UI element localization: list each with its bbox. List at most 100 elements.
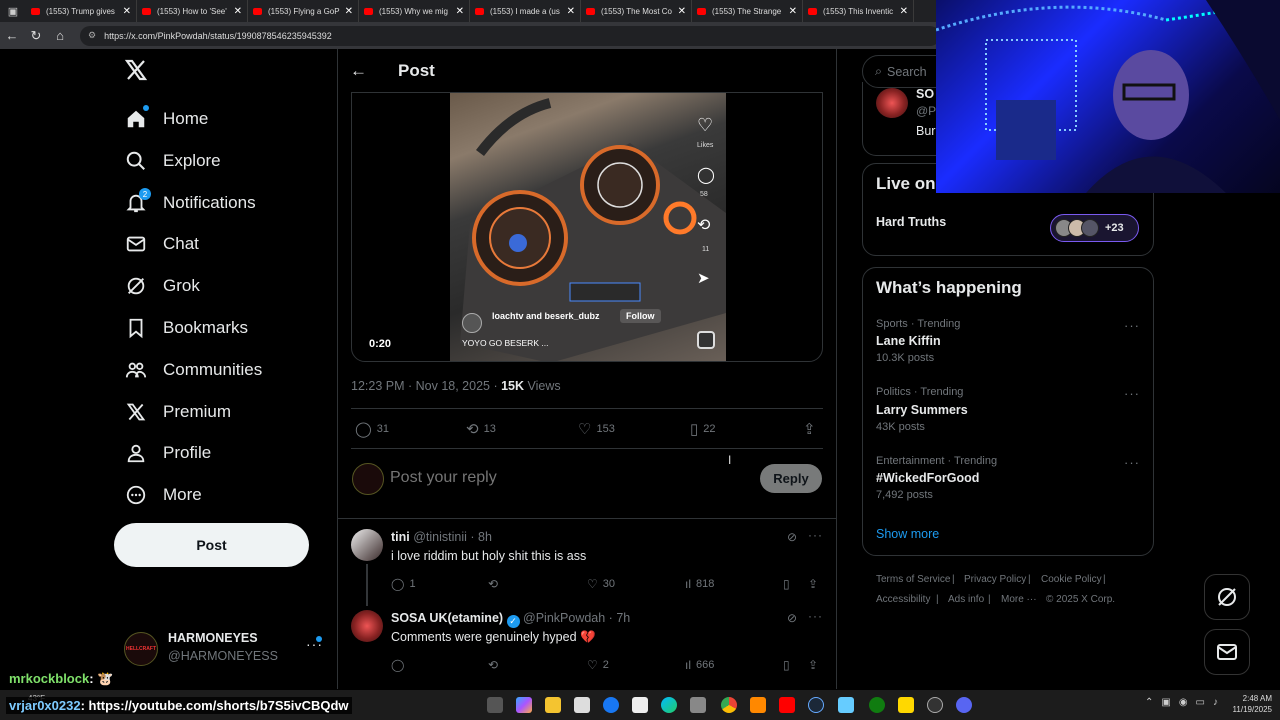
share-icon[interactable]: ➤ bbox=[697, 269, 710, 287]
back-button[interactable]: ← bbox=[350, 61, 370, 81]
close-icon[interactable]: ✕ bbox=[678, 6, 686, 17]
file-explorer-icon[interactable] bbox=[545, 697, 561, 713]
top-card-avatar[interactable] bbox=[876, 88, 908, 118]
calculator-icon[interactable] bbox=[690, 697, 706, 713]
youtube-icon[interactable] bbox=[779, 697, 795, 713]
edge-icon[interactable] bbox=[661, 697, 677, 713]
app-icon[interactable] bbox=[838, 697, 854, 713]
grok-float-button[interactable] bbox=[1204, 574, 1250, 620]
sidebar-item-communities[interactable]: Communities bbox=[124, 355, 262, 385]
copilot-icon[interactable] bbox=[516, 697, 532, 713]
reply-reply-action[interactable]: ◯ 1 bbox=[391, 577, 416, 591]
reply-repost-action[interactable]: ⟲ bbox=[488, 577, 503, 591]
site-info-icon[interactable]: ⚙ bbox=[88, 30, 96, 41]
close-icon[interactable]: ✕ bbox=[789, 6, 797, 17]
live-item[interactable]: Hard Truths bbox=[876, 215, 946, 229]
messages-float-button[interactable] bbox=[1204, 629, 1250, 675]
bookmark-action[interactable]: ▯ 22 bbox=[690, 420, 716, 438]
browser-tab[interactable]: (1553) Why we mig ✕ bbox=[359, 0, 470, 22]
reply-share-action[interactable]: ⇪ bbox=[808, 577, 823, 591]
reply-views-action[interactable]: ıl 818 bbox=[685, 577, 714, 591]
reply-bookmark-action[interactable]: ▯ bbox=[783, 577, 795, 591]
browser-tab[interactable]: (1553) How to 'See' ✕ bbox=[137, 0, 248, 22]
trend-name[interactable]: #WickedForGood bbox=[876, 471, 979, 485]
sidebar-item-notifications[interactable]: 2 Notifications bbox=[124, 188, 256, 218]
footer-link-ads[interactable]: Ads info bbox=[948, 594, 984, 605]
chrome-icon[interactable] bbox=[721, 697, 737, 713]
trend-name[interactable]: Larry Summers bbox=[876, 403, 968, 417]
footer-link-accessibility[interactable]: Accessibility bbox=[876, 594, 930, 605]
footer-link-cookie[interactable]: Cookie Policy bbox=[1041, 574, 1102, 585]
close-icon[interactable]: ✕ bbox=[123, 6, 131, 17]
sticky-notes-icon[interactable] bbox=[898, 697, 914, 713]
reply-repost-action[interactable]: ⟲ bbox=[488, 658, 503, 672]
repost-action[interactable]: ⟲ 13 bbox=[466, 420, 496, 438]
reload-icon[interactable]: ↻ bbox=[24, 28, 48, 44]
browser-tab[interactable]: (1553) Flying a GoP ✕ bbox=[248, 0, 359, 22]
amazon-icon[interactable] bbox=[632, 697, 648, 713]
sidebar-item-grok[interactable]: Grok bbox=[124, 271, 200, 301]
close-icon[interactable]: ✕ bbox=[345, 6, 353, 17]
trend-more-icon[interactable]: ··· bbox=[1124, 318, 1140, 333]
account-switcher[interactable]: HELLCRAFT HARMONEYES @HARMONEYESS ··· bbox=[124, 628, 324, 668]
grok-icon[interactable]: ⊘ bbox=[787, 530, 797, 544]
close-icon[interactable]: ✕ bbox=[234, 6, 242, 17]
reply-input[interactable] bbox=[390, 466, 730, 490]
reply-author-handle[interactable]: @tinistinii · 8h bbox=[413, 530, 492, 544]
reply-reply-action[interactable]: ◯ bbox=[391, 658, 409, 672]
footer-link-privacy[interactable]: Privacy Policy bbox=[964, 574, 1026, 585]
browser-tab[interactable]: (1553) The Strange ✕ bbox=[692, 0, 803, 22]
sidebar-item-chat[interactable]: Chat bbox=[124, 229, 199, 259]
trend-more-icon[interactable]: ··· bbox=[1124, 455, 1140, 470]
close-icon[interactable]: ✕ bbox=[567, 6, 575, 17]
task-view-icon[interactable] bbox=[487, 697, 503, 713]
more-icon[interactable]: ··· bbox=[808, 528, 823, 542]
browser-tab[interactable]: (1553) This Inventic ✕ bbox=[803, 0, 914, 22]
reply-share-action[interactable]: ⇪ bbox=[808, 658, 823, 672]
heart-icon[interactable]: ♡ bbox=[697, 115, 713, 136]
reply-action[interactable]: ◯ 31 bbox=[355, 420, 389, 438]
browser-tab[interactable]: (1553) Trump gives ✕ bbox=[26, 0, 137, 22]
sidebar-item-more[interactable]: More bbox=[124, 480, 202, 510]
like-action[interactable]: ♡ 153 bbox=[578, 420, 615, 438]
reply-avatar[interactable] bbox=[351, 610, 383, 642]
follow-button[interactable]: Follow bbox=[620, 309, 661, 323]
obs-icon[interactable] bbox=[927, 697, 943, 713]
reply-author-name[interactable]: SOSA UK(etamine) bbox=[391, 611, 503, 625]
reply-like-action[interactable]: ♡ 30 bbox=[587, 577, 615, 591]
tray-icons[interactable]: ⌃▣◉▭♪ bbox=[1145, 697, 1226, 708]
browser-tab[interactable]: (1553) I made a (us ✕ bbox=[470, 0, 581, 22]
trend-name[interactable]: Lane Kiffin bbox=[876, 334, 941, 348]
back-icon[interactable]: ← bbox=[0, 28, 24, 43]
reply-author-handle[interactable]: @PinkPowdah · 7h bbox=[523, 611, 630, 625]
close-icon[interactable]: ✕ bbox=[900, 6, 908, 17]
post-button[interactable]: Post bbox=[114, 523, 309, 567]
footer-link-more[interactable]: More ··· bbox=[1001, 594, 1037, 605]
post-timestamp[interactable]: 12:23 PM · Nov 18, 2025 · bbox=[351, 379, 501, 393]
more-icon[interactable]: ··· bbox=[808, 609, 823, 623]
share-action[interactable]: ⇪ bbox=[803, 420, 821, 438]
sidebar-item-profile[interactable]: Profile bbox=[124, 438, 211, 468]
sidebar-item-premium[interactable]: Premium bbox=[124, 397, 231, 427]
sidebar-item-bookmarks[interactable]: Bookmarks bbox=[124, 313, 248, 343]
store-icon[interactable] bbox=[574, 697, 590, 713]
comment-icon[interactable]: ◯ bbox=[697, 165, 715, 185]
steam-icon[interactable] bbox=[808, 697, 824, 713]
grok-icon[interactable]: ⊘ bbox=[787, 611, 797, 625]
video-player[interactable]: ♡ Likes ◯ 58 ⟲ 11 ➤ loachtv and beserk_d… bbox=[351, 92, 823, 362]
reply-button[interactable]: Reply bbox=[760, 464, 822, 493]
facebook-icon[interactable] bbox=[603, 697, 619, 713]
repost-icon[interactable]: ⟲ bbox=[697, 215, 710, 235]
url-field[interactable]: ⚙ https://x.com/PinkPowdah/status/1990878… bbox=[80, 25, 940, 46]
reply-author-name[interactable]: tini bbox=[391, 530, 410, 544]
x-logo[interactable] bbox=[124, 58, 150, 86]
discord-icon[interactable] bbox=[956, 697, 972, 713]
footer-link-terms[interactable]: Terms of Service bbox=[876, 574, 950, 585]
vlc-icon[interactable] bbox=[750, 697, 766, 713]
window-menu-icon[interactable]: ▣ bbox=[0, 0, 26, 22]
close-icon[interactable]: ✕ bbox=[456, 6, 464, 17]
clock[interactable]: 2:48 AM 11/19/2025 bbox=[1222, 693, 1272, 715]
sidebar-item-home[interactable]: Home bbox=[124, 104, 208, 134]
sidebar-item-explore[interactable]: Explore bbox=[124, 146, 221, 176]
live-participants[interactable]: +23 bbox=[1050, 214, 1139, 242]
